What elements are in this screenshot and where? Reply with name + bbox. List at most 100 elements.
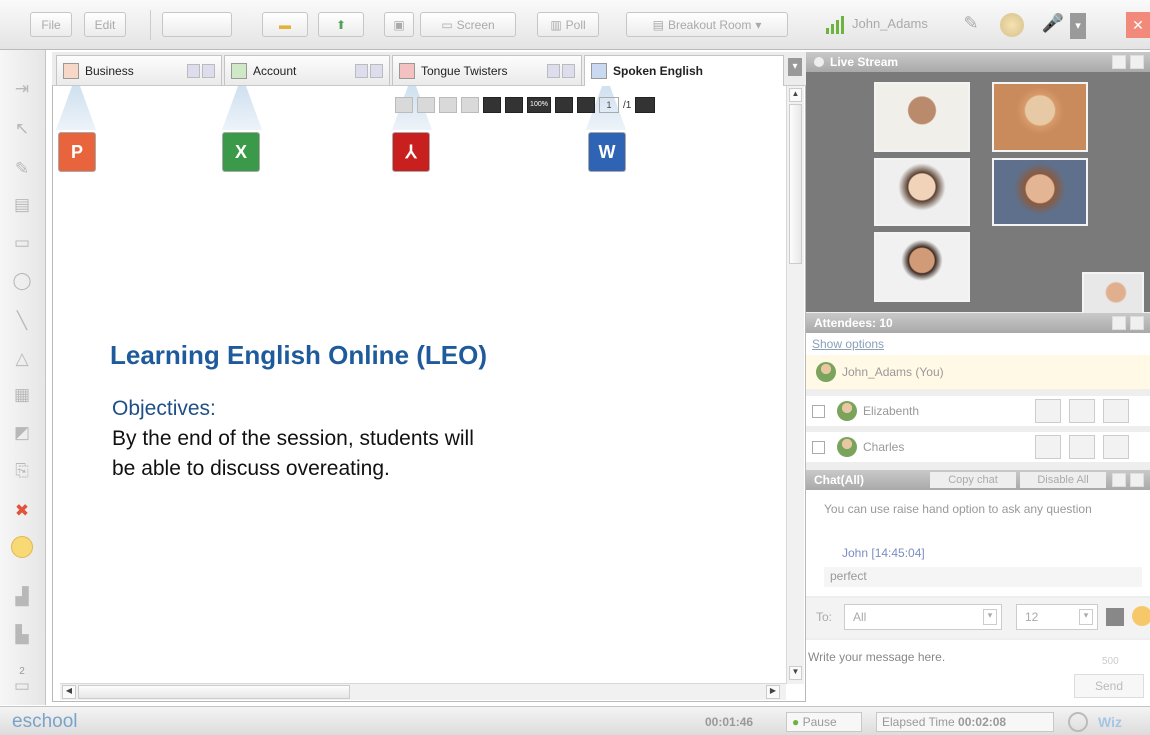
microphone-icon[interactable] (1069, 435, 1095, 459)
eraser-tool-icon[interactable]: ◩ (6, 418, 38, 448)
tab-label: Tongue Twisters (421, 63, 508, 78)
line-color-icon[interactable]: ▙ (6, 620, 38, 650)
microphone-icon[interactable] (1069, 399, 1095, 423)
resize-handle-icon[interactable]: ▭ (6, 676, 38, 695)
copy-chat-button[interactable]: Copy chat (930, 472, 1016, 488)
screen-label: Screen (456, 17, 495, 32)
show-options-link[interactable]: Show options (806, 333, 1150, 355)
video-tile[interactable] (874, 232, 970, 302)
breakout-room-dropdown[interactable]: ▤ Breakout Room ▾ (626, 12, 788, 37)
screen-share-button[interactable]: ▭ Screen (420, 12, 516, 37)
chat-compose: Write your message here. 500 Send (806, 640, 1150, 705)
pencil-icon[interactable] (1103, 399, 1129, 423)
tab-account[interactable]: Account (224, 55, 390, 85)
video-tile[interactable] (992, 158, 1088, 226)
doc-tool-icon[interactable] (461, 97, 479, 113)
attendee-checkbox[interactable] (812, 440, 825, 454)
zoom-level[interactable]: 100% (527, 97, 551, 113)
scroll-right-icon[interactable]: ▶ (766, 685, 780, 699)
video-tile[interactable] (874, 82, 970, 152)
doc-tool-icon[interactable] (417, 97, 435, 113)
delete-icon[interactable]: ✖ (6, 496, 38, 526)
tab-spoken-english[interactable]: Spoken English (584, 55, 784, 86)
chevron-down-icon: ▾ (755, 17, 762, 32)
attendee-row[interactable]: Elizabenth (806, 396, 1150, 426)
popout-icon[interactable] (1130, 55, 1144, 69)
fit-width-icon[interactable] (505, 97, 523, 113)
pencil-tool-icon[interactable]: ✎ (6, 154, 38, 184)
tab-tongue-twisters[interactable]: Tongue Twisters (392, 55, 582, 85)
doc-tool-icon[interactable] (439, 97, 457, 113)
open-folder-button[interactable]: ▬ (262, 12, 308, 37)
pause-button[interactable]: ● Pause (786, 712, 862, 732)
whiteboard-button[interactable]: ▣ (384, 12, 414, 37)
tab-controls[interactable] (355, 64, 383, 78)
chat-message: You can use raise hand option to ask any… (824, 502, 1092, 516)
scroll-left-icon[interactable]: ◀ (62, 685, 76, 699)
zoom-out-icon[interactable] (577, 97, 595, 113)
attendee-me[interactable]: John_Adams (You) (806, 355, 1150, 389)
minimize-icon[interactable] (1112, 55, 1126, 69)
raise-hand-icon[interactable] (1000, 13, 1024, 37)
zoom-in-icon[interactable] (555, 97, 573, 113)
emoji-icon[interactable] (1132, 606, 1150, 626)
session-clock: 00:01:46 (705, 715, 754, 729)
clipboard-tool-icon[interactable]: ⎘ (6, 456, 38, 486)
emoji-icon[interactable] (6, 532, 38, 562)
rectangle-tool-icon[interactable]: ▭ (6, 228, 38, 258)
tabs-overflow-icon[interactable]: ▾ (788, 58, 802, 76)
video-tile[interactable] (874, 158, 970, 226)
font-size-select[interactable]: 12 ▾ (1016, 604, 1098, 630)
video-tile[interactable] (992, 82, 1088, 152)
timer-icon[interactable] (1068, 712, 1088, 732)
recipient-select[interactable]: All ▾ (844, 604, 1002, 630)
vertical-scrollbar[interactable]: ▲ ▼ (786, 86, 804, 684)
popout-icon[interactable] (1130, 316, 1144, 330)
toolbar-divider (150, 10, 151, 40)
raise-hand-icon[interactable] (1035, 399, 1061, 423)
minimize-icon[interactable] (1112, 473, 1126, 487)
upload-button[interactable]: ⬆ (318, 12, 364, 37)
line-tool-icon[interactable]: ╲ (6, 306, 38, 336)
tab-controls[interactable] (187, 64, 215, 78)
char-count: 500 (1102, 656, 1119, 667)
fit-page-icon[interactable] (483, 97, 501, 113)
pencil-icon[interactable] (1103, 435, 1129, 459)
popout-icon[interactable] (1130, 473, 1144, 487)
page-number-input[interactable]: 1 (599, 97, 619, 113)
select-arrow-icon[interactable]: ↖ (6, 114, 38, 144)
attendee-row[interactable]: Charles (806, 432, 1150, 462)
close-button[interactable]: ✕ (1126, 12, 1150, 38)
poll-icon: ▥ (550, 17, 562, 32)
table-tool-icon[interactable]: ▦ (6, 380, 38, 410)
scrollbar-thumb[interactable] (78, 685, 350, 699)
minimize-icon[interactable] (1112, 316, 1126, 330)
text-tool-icon[interactable]: ▤ (6, 190, 38, 220)
raise-hand-icon[interactable] (1035, 435, 1061, 459)
text-color-swatch[interactable] (1106, 608, 1124, 626)
scroll-down-icon[interactable]: ▼ (789, 666, 802, 680)
file-menu-button[interactable]: File (30, 12, 72, 37)
send-button[interactable]: Send (1074, 674, 1144, 698)
disable-all-button[interactable]: Disable All (1020, 472, 1106, 488)
scroll-up-icon[interactable]: ▲ (789, 88, 802, 102)
blank-toolbar-button[interactable] (162, 12, 232, 37)
pointer-tool-icon[interactable]: ⇥ (6, 74, 38, 104)
tab-business[interactable]: Business (56, 55, 222, 85)
poll-button[interactable]: ▥ Poll (537, 12, 599, 37)
ellipse-tool-icon[interactable]: ◯ (6, 266, 38, 296)
pdf-file-icon (399, 62, 415, 79)
attendee-checkbox[interactable] (812, 404, 825, 418)
tab-controls[interactable] (547, 64, 575, 78)
doc-tool-icon[interactable] (395, 97, 413, 113)
triangle-tool-icon[interactable]: △ (6, 344, 38, 374)
microphone-icon[interactable]: 🎤 (1040, 13, 1066, 39)
fill-color-icon[interactable]: ▟ (6, 582, 38, 612)
pencil-icon[interactable]: ✎ (958, 13, 984, 39)
message-input[interactable]: Write your message here. (808, 650, 1068, 664)
horizontal-scrollbar[interactable]: ◀ ▶ (60, 683, 786, 700)
edit-menu-button[interactable]: Edit (84, 12, 126, 37)
chevron-down-icon[interactable]: ▾ (1070, 13, 1086, 39)
scrollbar-thumb[interactable] (789, 104, 802, 264)
fullscreen-icon[interactable] (635, 97, 656, 113)
